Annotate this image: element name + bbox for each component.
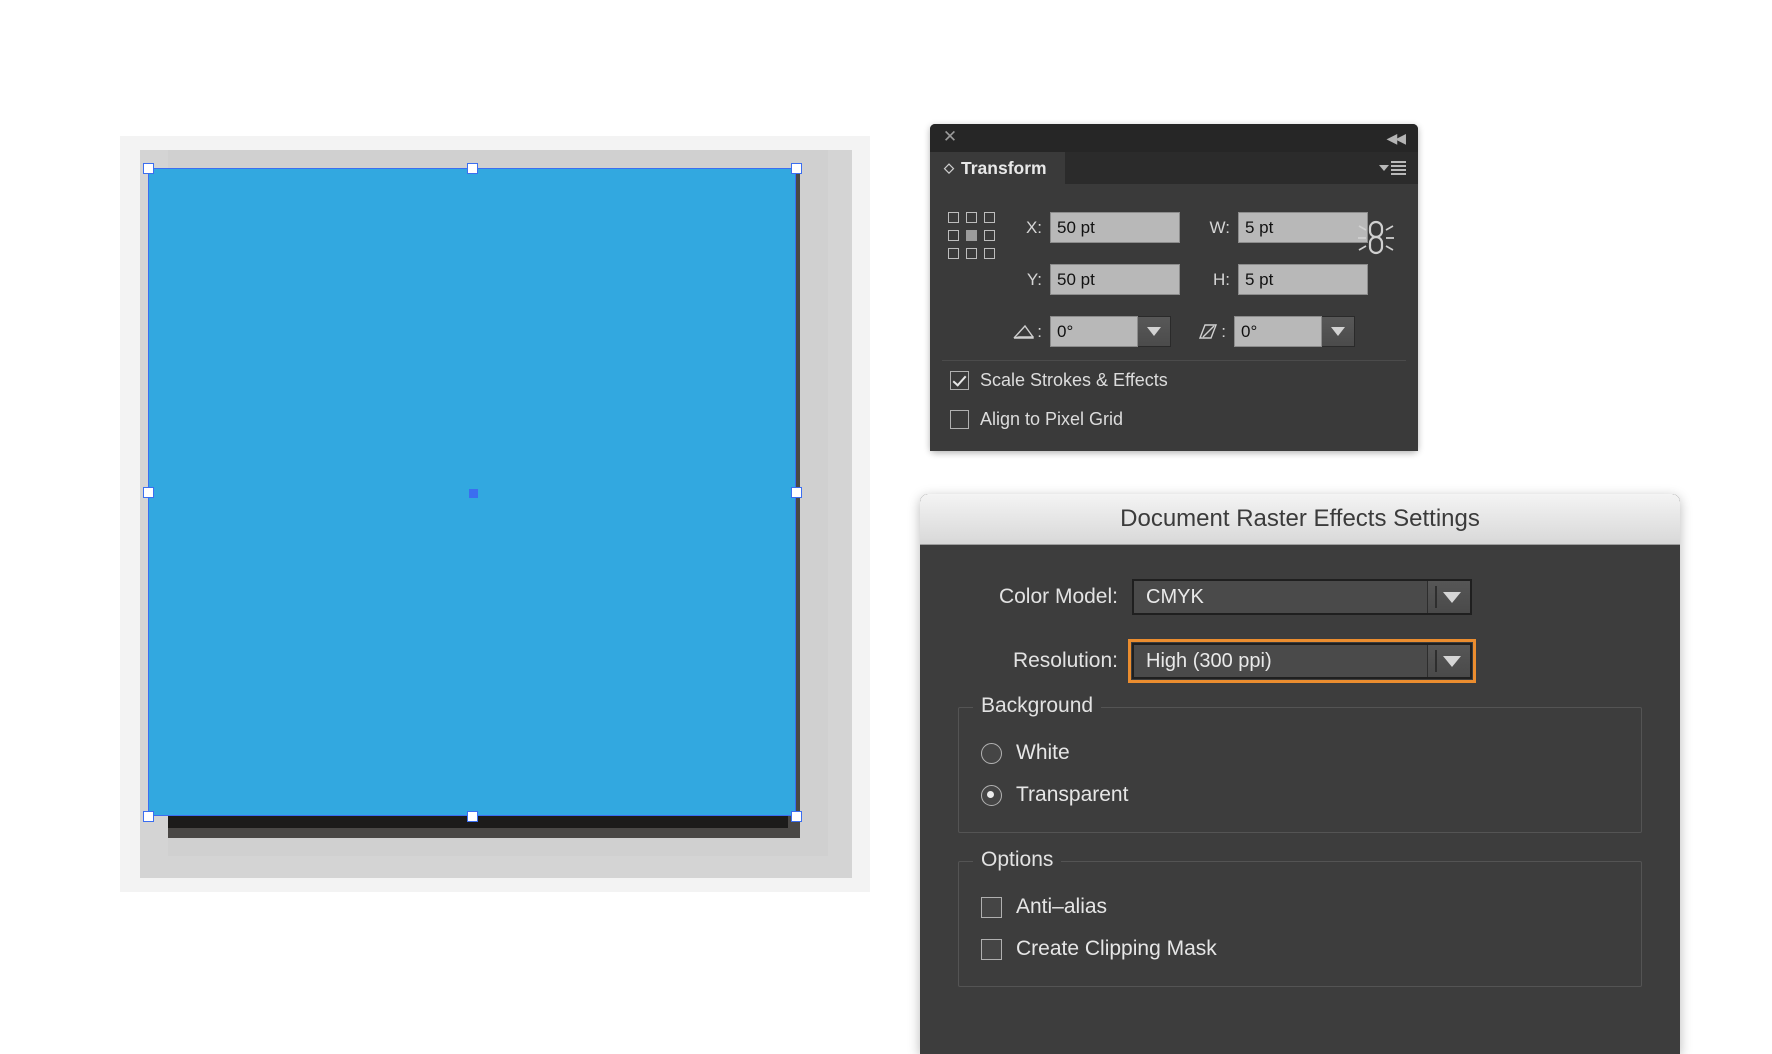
- x-label: X:: [1025, 217, 1042, 237]
- tab-transform[interactable]: ◇ Transform: [930, 152, 1065, 184]
- resolution-dropdown-arrow[interactable]: [1427, 645, 1470, 677]
- collapse-panel-icon[interactable]: ◀◀: [1386, 131, 1405, 145]
- ref-point-top-left[interactable]: [948, 212, 959, 223]
- options-fieldset: Options Anti–alias Create Clipping Mask: [958, 848, 1642, 987]
- shear-icon: :: [1190, 322, 1226, 342]
- background-option-transparent[interactable]: Transparent: [981, 774, 1641, 816]
- create-clipping-mask-checkbox[interactable]: [981, 938, 1002, 960]
- document-raster-effects-settings-dialog[interactable]: Document Raster Effects Settings Color M…: [920, 494, 1680, 1054]
- h-field-row: H: 5 pt: [1196, 264, 1368, 295]
- h-input[interactable]: 5 pt: [1238, 264, 1368, 295]
- color-model-select[interactable]: CMYK: [1132, 579, 1472, 615]
- anti-alias-label: Anti–alias: [1016, 895, 1108, 918]
- options-legend: Options: [973, 848, 1062, 872]
- ref-point-bottom-center[interactable]: [966, 248, 977, 259]
- constrain-proportions-icon[interactable]: [1356, 216, 1396, 260]
- resolution-value: High (300 ppi): [1146, 649, 1272, 672]
- background-fieldset: Background White Transparent: [958, 694, 1642, 833]
- align-to-pixel-grid-checkbox-row[interactable]: Align to Pixel Grid: [930, 400, 1418, 439]
- w-label: W:: [1209, 217, 1230, 237]
- dialog-title: Document Raster Effects Settings: [1120, 505, 1480, 532]
- anti-alias-row[interactable]: Anti–alias: [981, 886, 1641, 928]
- panel-menu-icon[interactable]: [1379, 161, 1406, 175]
- resolution-select[interactable]: High (300 ppi): [1128, 639, 1476, 683]
- x-field-row: X: 50 pt: [1014, 212, 1180, 243]
- dialog-titlebar[interactable]: Document Raster Effects Settings: [920, 494, 1680, 545]
- chevron-down-icon: [1379, 165, 1389, 171]
- transparent-radio-label: Transparent: [1016, 783, 1129, 806]
- w-field-row: W: 5 pt: [1196, 212, 1368, 243]
- y-input[interactable]: 50 pt: [1050, 264, 1180, 295]
- resolution-row: Resolution: High (300 ppi): [958, 639, 1642, 683]
- create-clipping-mask-label: Create Clipping Mask: [1016, 937, 1217, 960]
- align-to-pixel-grid-checkbox[interactable]: [950, 410, 969, 429]
- shear-input[interactable]: 0°: [1234, 316, 1322, 347]
- transform-fields-group: X: 50 pt W: 5 pt Y: 50 pt H: 5 pt: 0°:…: [930, 198, 1418, 360]
- scale-strokes-effects-label: Scale Strokes & Effects: [980, 370, 1168, 390]
- close-icon[interactable]: ✕: [942, 128, 958, 145]
- hamburger-icon: [1391, 161, 1406, 175]
- resolution-label: Resolution:: [1012, 649, 1118, 672]
- ref-point-middle-right[interactable]: [984, 230, 995, 241]
- shear-field-row: : 0°: [1190, 316, 1355, 347]
- scale-strokes-effects-checkbox-row[interactable]: Scale Strokes & Effects: [930, 361, 1418, 400]
- color-model-row: Color Model: CMYK: [958, 579, 1642, 615]
- diamond-icon: ◇: [944, 160, 954, 175]
- ref-point-center[interactable]: [966, 230, 977, 241]
- rotate-angle-icon-glyph: [1013, 324, 1034, 339]
- scale-strokes-effects-checkbox[interactable]: [950, 371, 969, 390]
- chevron-down-icon: [1443, 655, 1461, 667]
- chevron-down-icon: [1147, 327, 1161, 336]
- tab-transform-label: Transform: [961, 157, 1047, 178]
- rotate-angle-icon: :: [1006, 322, 1042, 342]
- ref-point-bottom-right[interactable]: [984, 248, 995, 259]
- color-model-value: CMYK: [1146, 585, 1204, 608]
- chevron-down-icon: [1331, 327, 1345, 336]
- anti-alias-checkbox[interactable]: [981, 896, 1002, 918]
- transform-panel[interactable]: ✕ ◀◀ ◇ Transform X: 50 pt W: 5 pt Y: 50 …: [930, 124, 1418, 451]
- h-label: H:: [1213, 269, 1230, 289]
- white-radio[interactable]: [981, 742, 1002, 764]
- panel-bottom-padding: [930, 439, 1418, 451]
- transform-panel-tabbar: ◇ Transform: [930, 152, 1418, 184]
- blue-rectangle-artwork[interactable]: [148, 168, 796, 816]
- w-input[interactable]: 5 pt: [1238, 212, 1368, 243]
- white-radio-label: White: [1016, 741, 1070, 764]
- rotate-field-row: : 0°: [1006, 316, 1171, 347]
- y-label: Y:: [1026, 269, 1042, 289]
- ref-point-top-right[interactable]: [984, 212, 995, 223]
- color-model-dropdown-arrow[interactable]: [1427, 581, 1470, 613]
- shear-dropdown-button[interactable]: [1322, 316, 1355, 347]
- rotate-dropdown-button[interactable]: [1138, 316, 1171, 347]
- dialog-body: Color Model: CMYK Resolution: High (300 …: [920, 545, 1680, 987]
- y-field-row: Y: 50 pt: [1014, 264, 1180, 295]
- transparent-radio[interactable]: [981, 784, 1002, 806]
- transform-panel-body: X: 50 pt W: 5 pt Y: 50 pt H: 5 pt: 0°:…: [930, 184, 1418, 451]
- ref-point-middle-left[interactable]: [948, 230, 959, 241]
- rotate-input[interactable]: 0°: [1050, 316, 1138, 347]
- illustrator-canvas[interactable]: [0, 0, 900, 1018]
- create-clipping-mask-row[interactable]: Create Clipping Mask: [981, 928, 1641, 970]
- reference-point-widget[interactable]: [948, 212, 996, 260]
- x-input[interactable]: 50 pt: [1050, 212, 1180, 243]
- background-legend: Background: [973, 694, 1102, 718]
- ref-point-bottom-left[interactable]: [948, 248, 959, 259]
- chevron-down-icon: [1443, 591, 1461, 603]
- ref-point-top-center[interactable]: [966, 212, 977, 223]
- transform-panel-titlebar[interactable]: ✕ ◀◀: [930, 124, 1418, 152]
- align-to-pixel-grid-label: Align to Pixel Grid: [980, 409, 1124, 429]
- color-model-label: Color Model:: [998, 585, 1118, 608]
- shear-icon-glyph: [1199, 324, 1218, 339]
- background-option-white[interactable]: White: [981, 732, 1641, 774]
